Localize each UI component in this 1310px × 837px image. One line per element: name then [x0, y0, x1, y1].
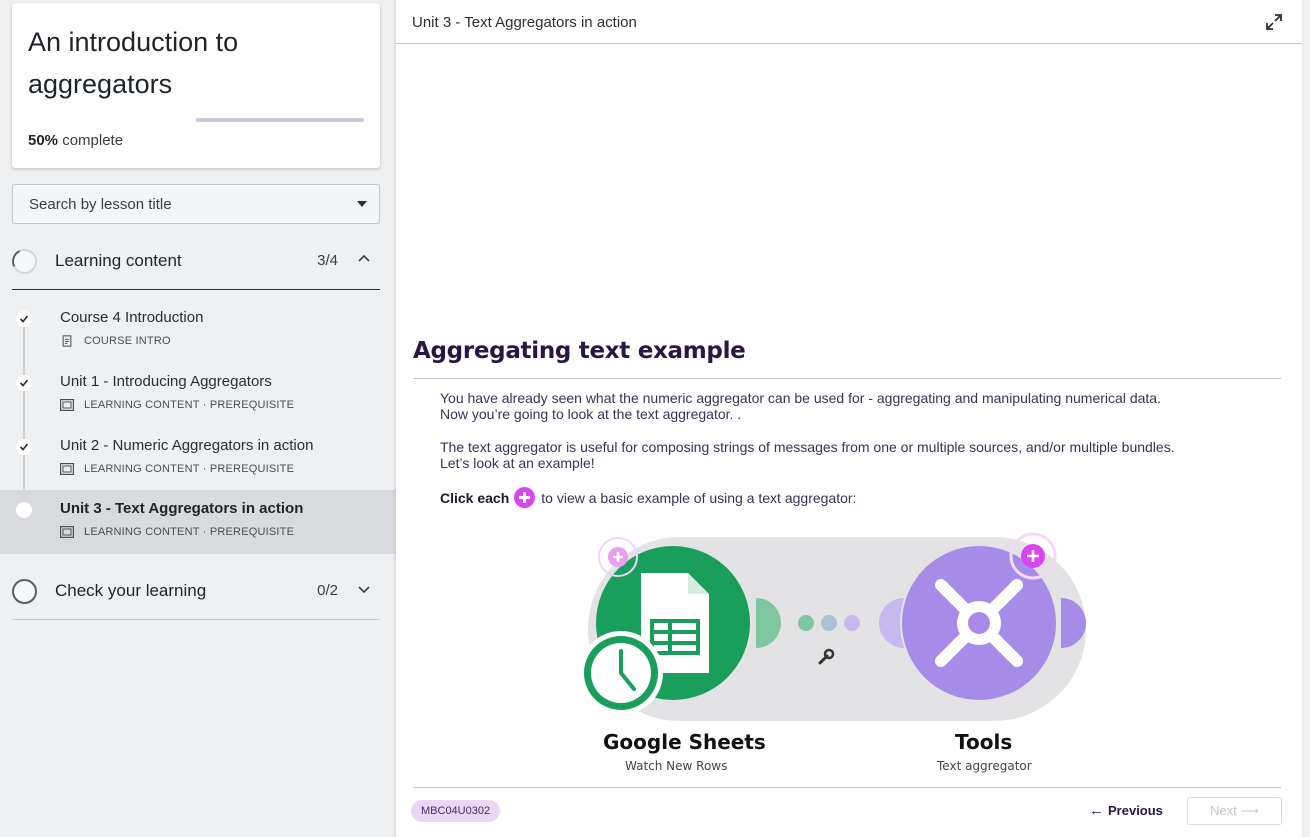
lesson-meta-text: COURSE INTRO	[84, 335, 171, 347]
lesson-search-select[interactable]: Search by lesson title	[12, 184, 380, 224]
intro-line-1: You have already seen what the numeric a…	[440, 390, 1161, 406]
module2-subtitle: Text aggregator	[937, 759, 1032, 773]
course-progress-text: 50% complete	[28, 132, 123, 149]
check-icon	[20, 443, 28, 451]
lesson-meta: LEARNING CONTENT · PREREQUISITE	[60, 463, 294, 475]
fullscreen-expand-icon[interactable]	[1264, 12, 1284, 32]
intro-paragraph: You have already seen what the numeric a…	[440, 390, 1161, 422]
lesson-item-unit-2[interactable]: Unit 2 - Numeric Aggregators in action L…	[0, 427, 396, 491]
lesson-meta-text: LEARNING CONTENT · PREREQUISITE	[84, 399, 295, 411]
lesson-topbar: Unit 3 - Text Aggregators in action	[396, 0, 1302, 44]
connector-dot	[844, 615, 860, 631]
lesson-content-panel: Unit 3 - Text Aggregators in action Aggr…	[396, 0, 1302, 837]
section-progress-ring-icon	[12, 579, 37, 604]
lesson-title: Unit 1 - Introducing Aggregators	[60, 373, 272, 390]
lesson-search-placeholder: Search by lesson title	[29, 196, 172, 213]
lesson-meta: LEARNING CONTENT · PREREQUISITE	[60, 399, 294, 411]
click-instruction-rest: to view a basic example of using a text …	[541, 489, 857, 506]
section-progress-ring-icon	[8, 245, 41, 278]
lesson-code-badge: MBC04U0302	[411, 800, 501, 822]
chevron-up-icon[interactable]	[358, 253, 370, 265]
section-count: 0/2	[317, 582, 338, 599]
click-instruction: Click each to view a basic example of us…	[440, 487, 856, 508]
lesson-item-unit-1[interactable]: Unit 1 - Introducing Aggregators LEARNIN…	[0, 363, 396, 427]
lesson-status-dot	[16, 439, 32, 455]
explanation-line-1: The text aggregator is useful for compos…	[440, 439, 1175, 455]
course-progress-bar	[196, 118, 364, 122]
arrow-left-icon: ←	[1089, 802, 1104, 819]
tools-gear-inner	[968, 612, 990, 634]
module2-name: Tools	[955, 730, 1013, 754]
lesson-item-unit-3[interactable]: Unit 3 - Text Aggregators in action LEAR…	[0, 490, 396, 554]
lesson-title: Course 4 Introduction	[60, 309, 204, 326]
lesson-title: Unit 2 - Numeric Aggregators in action	[60, 437, 314, 454]
footer-divider	[413, 787, 1281, 788]
lesson-status-dot	[16, 375, 32, 391]
presentation-icon	[60, 399, 74, 411]
arrow-right-icon: ⟶	[1240, 803, 1259, 818]
module1-name: Google Sheets	[603, 730, 766, 754]
lesson-item-course-intro[interactable]: Course 4 Introduction COURSE INTRO	[0, 299, 396, 363]
lesson-title: Unit 3 - Text Aggregators in action	[60, 500, 304, 517]
next-button-label: Next	[1210, 803, 1237, 818]
previous-button[interactable]: ← Previous	[1089, 800, 1163, 822]
lesson-heading: Aggregating text example	[413, 338, 746, 364]
check-icon	[20, 379, 28, 387]
plus-icon	[514, 487, 536, 508]
lesson-meta-text: LEARNING CONTENT · PREREQUISITE	[84, 526, 295, 538]
click-instruction-lead: Click each	[440, 489, 510, 506]
lesson-topbar-title: Unit 3 - Text Aggregators in action	[412, 14, 637, 31]
section-title: Learning content	[55, 251, 182, 270]
lesson-meta: LEARNING CONTENT · PREREQUISITE	[60, 526, 294, 538]
section-check-your-learning[interactable]: Check your learning 0/2	[12, 567, 380, 620]
hotspot-tools-button[interactable]	[1016, 537, 1050, 571]
explanation-paragraph: The text aggregator is useful for compos…	[440, 439, 1175, 471]
lesson-status-dot	[16, 502, 32, 518]
previous-button-label: Previous	[1108, 803, 1163, 818]
progress-label: complete	[62, 132, 124, 149]
lesson-status-dot	[16, 311, 32, 327]
section-learning-content[interactable]: Learning content 3/4	[8, 237, 380, 290]
connector-dot	[798, 615, 814, 631]
course-summary-card: An introduction to aggregators 50% compl…	[12, 3, 380, 168]
lesson-meta: COURSE INTRO	[60, 335, 171, 347]
section-count: 3/4	[317, 252, 338, 269]
section-title: Check your learning	[55, 581, 207, 600]
hotspot-google-sheets-button[interactable]	[599, 538, 633, 572]
check-icon	[20, 315, 28, 323]
scenario-diagram: Google Sheets Watch New Rows Tools Text …	[566, 525, 1126, 780]
chevron-down-icon[interactable]	[358, 583, 370, 595]
progress-percent: 50%	[28, 132, 59, 149]
explanation-line-2: Let’s look at an example!	[440, 455, 595, 471]
presentation-icon	[60, 463, 74, 475]
module1-subtitle: Watch New Rows	[625, 759, 728, 773]
heading-divider	[413, 378, 1281, 379]
connector-dot	[821, 615, 837, 631]
next-button[interactable]: Next ⟶	[1187, 797, 1282, 825]
course-progress-fill	[196, 118, 280, 122]
lesson-meta-text: LEARNING CONTENT · PREREQUISITE	[84, 463, 295, 475]
course-title: An introduction to aggregators	[28, 27, 239, 99]
presentation-icon	[60, 526, 74, 538]
document-icon	[62, 335, 72, 347]
caret-down-icon	[357, 201, 367, 207]
intro-line-2: Now you’re going to look at the text agg…	[440, 406, 742, 422]
